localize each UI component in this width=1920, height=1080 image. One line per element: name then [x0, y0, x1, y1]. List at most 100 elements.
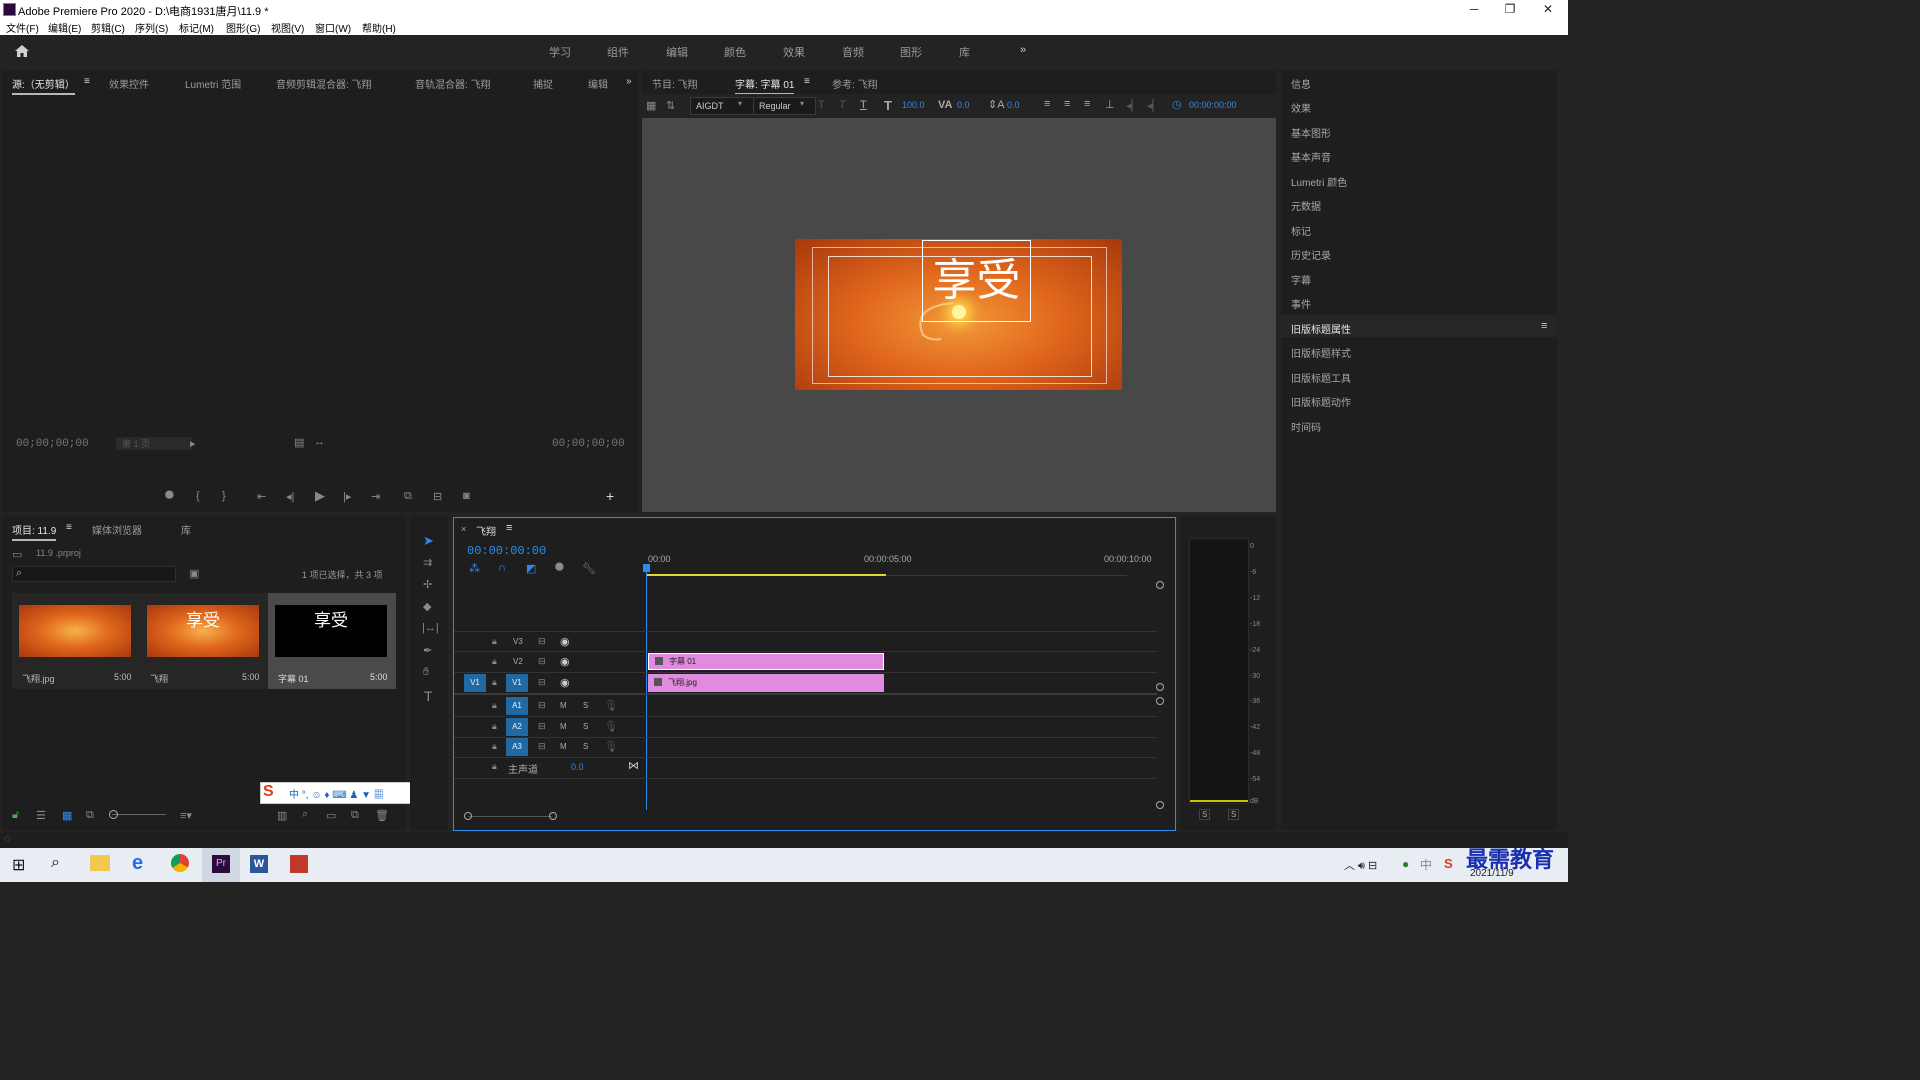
v-scroll-handle[interactable] [1156, 683, 1164, 691]
fit-icon[interactable]: ↔ [314, 436, 325, 448]
eye-icon[interactable]: ◉ [560, 635, 570, 648]
add-marker-icon[interactable]: ⯃ [555, 562, 564, 575]
find-icon[interactable]: ⌕ [302, 808, 308, 821]
ripple-edit-tool-icon[interactable]: ✢ [423, 578, 432, 591]
panel-events[interactable]: 事件 [1291, 296, 1311, 311]
track-label-v3[interactable]: V3 [513, 637, 523, 646]
sync-lock-icon[interactable]: ⊟ [538, 700, 546, 711]
project-item-jpg[interactable]: 飞翔.jpg 5:00 [12, 593, 140, 689]
workspace-graphics[interactable]: 图形 [900, 44, 922, 60]
slip-tool-icon[interactable]: |↔| [422, 622, 439, 634]
mute-button[interactable]: M [560, 722, 567, 731]
tab-media-browser[interactable]: 媒体浏览器 [92, 522, 142, 537]
font-dropdown-icon[interactable]: ▾ [738, 99, 742, 108]
tray-icons[interactable]: ︿ 🔊︎ ⊟ [1344, 857, 1377, 873]
italic-icon[interactable]: T [839, 99, 846, 111]
solo-left-button[interactable]: S [1199, 809, 1211, 820]
lock-track-icon[interactable]: 🔒︎ [492, 761, 497, 772]
linked-selection-icon[interactable]: ◩ [526, 562, 536, 575]
step-back-icon[interactable]: ◂| [286, 490, 294, 503]
mark-out-icon[interactable]: } [222, 490, 226, 502]
sogou-tray-icon[interactable]: S [1444, 856, 1453, 871]
automate-icon[interactable]: ▥ [277, 809, 287, 822]
lock-track-icon[interactable]: 🔒︎ [492, 741, 497, 752]
trash-icon[interactable]: 🗑︎ [375, 809, 389, 822]
tab-menu-icon[interactable]: ≡ [84, 76, 90, 87]
panel-effects[interactable]: 效果 [1291, 100, 1311, 115]
menu-view[interactable]: 视图(V) [271, 20, 304, 35]
go-to-end-icon[interactable]: ⋈ [628, 759, 639, 772]
project-menu-icon[interactable]: ≡ [66, 522, 72, 533]
project-item-title[interactable]: 享受 字幕 01 5:00 [268, 593, 396, 689]
word-icon[interactable]: W [250, 855, 268, 873]
workspace-color[interactable]: 颜色 [724, 44, 746, 60]
font-style-select[interactable]: Regular [753, 97, 816, 115]
align-left-icon[interactable]: ≡ [1044, 98, 1050, 110]
font-family-select[interactable]: AIGDT [690, 97, 755, 115]
workspace-editing[interactable]: 编辑 [666, 44, 688, 60]
align-center-icon[interactable]: ≡ [1064, 98, 1070, 110]
sync-lock-icon[interactable]: ⊟ [538, 677, 546, 688]
new-bin-icon[interactable]: ▭ [326, 809, 336, 822]
icon-view-icon[interactable]: ▦ [62, 809, 72, 822]
align-right-icon[interactable]: ≡ [1084, 98, 1090, 110]
lock-track-icon[interactable]: 🔒︎ [492, 636, 497, 647]
panel-info[interactable]: 信息 [1291, 76, 1311, 91]
mic-icon[interactable]: 🎙︎ [604, 720, 618, 733]
panel-legacy-title-properties-row[interactable]: 旧版标题属性 ≡ [1281, 315, 1557, 337]
hand-tool-icon[interactable]: ✋︎ [423, 666, 429, 679]
tab-sequence[interactable]: 飞翔 [476, 523, 496, 538]
underline-icon[interactable]: T [860, 99, 867, 111]
mute-button[interactable]: M [560, 742, 567, 751]
play-icon[interactable]: ▶ [315, 488, 325, 504]
list-view-icon[interactable]: ☰ [36, 809, 46, 822]
solo-button[interactable]: S [583, 701, 588, 710]
mark-in-icon[interactable]: { [196, 490, 200, 502]
h-scroll-handle[interactable] [549, 812, 557, 820]
menu-edit[interactable]: 编辑(E) [48, 20, 81, 35]
freeform-view-icon[interactable]: ⧉ [86, 809, 94, 822]
paint-icon[interactable] [290, 855, 308, 873]
search-icon[interactable]: ⌕ [51, 854, 60, 872]
new-title-icon[interactable]: ▦ [646, 99, 656, 112]
panel-essential-graphics[interactable]: 基本图形 [1291, 125, 1331, 140]
menu-file[interactable]: 文件(F) [6, 20, 39, 35]
work-area-bar[interactable] [647, 574, 886, 576]
page-next-icon[interactable]: ▸ [190, 437, 196, 450]
menu-window[interactable]: 窗口(W) [315, 20, 351, 35]
eye-icon[interactable]: ◉ [560, 676, 570, 689]
h-scroll-handle[interactable] [464, 812, 472, 820]
title-text-box[interactable]: 享受 [922, 240, 1031, 322]
project-item-sequence[interactable]: 享受 飞翔 5:00 [140, 593, 268, 689]
close-sequence-icon[interactable]: × [461, 524, 466, 534]
edge-icon[interactable]: e [132, 852, 143, 875]
track-label-a2[interactable]: A2 [506, 718, 528, 736]
more-tabs-icon[interactable]: » [626, 76, 632, 87]
add-button-icon[interactable]: + [606, 488, 614, 504]
windows-start-icon[interactable]: ⊞ [12, 855, 25, 875]
menu-marker[interactable]: 标记(M) [179, 20, 214, 35]
panel-history[interactable]: 历史记录 [1291, 247, 1331, 262]
panel-legacy-title-properties[interactable]: 旧版标题属性 [1291, 321, 1351, 336]
panel-timecode[interactable]: 时间码 [1291, 419, 1321, 434]
home-icon[interactable] [14, 44, 30, 58]
zoom-slider-track[interactable] [112, 814, 166, 815]
v-scroll-handle[interactable] [1156, 801, 1164, 809]
tab-lumetri-scopes[interactable]: Lumetri 范围 [185, 76, 241, 91]
solo-right-button[interactable]: S [1228, 809, 1240, 820]
tab-edit[interactable]: 编辑 [588, 76, 608, 91]
new-bin-from-search-icon[interactable]: ▣ [189, 567, 199, 580]
tab-title[interactable]: 字幕: 字幕 01 [735, 76, 795, 95]
ime-icons[interactable]: 中 °, ☺ ♦ ⌨ ♟ ▼ ▦ [289, 786, 384, 801]
safe-margin-icon[interactable]: ▤ [294, 436, 304, 449]
tab-program[interactable]: 节目: 飞翔 [652, 76, 698, 91]
workspace-learn[interactable]: 学习 [549, 44, 571, 60]
workspace-libraries[interactable]: 库 [959, 44, 970, 60]
indent-right-icon[interactable]: ◂▏ [1147, 99, 1161, 112]
selection-tool-icon[interactable]: ➤ [423, 533, 434, 549]
tab-capture[interactable]: 捕捉 [533, 76, 553, 91]
tab-stops-icon[interactable]: ⊥ [1105, 98, 1115, 111]
panel-legacy-title-actions[interactable]: 旧版标题动作 [1291, 394, 1351, 409]
go-to-in-icon[interactable]: ⇤ [257, 490, 266, 503]
panel-legacy-title-styles[interactable]: 旧版标题样式 [1291, 345, 1351, 360]
